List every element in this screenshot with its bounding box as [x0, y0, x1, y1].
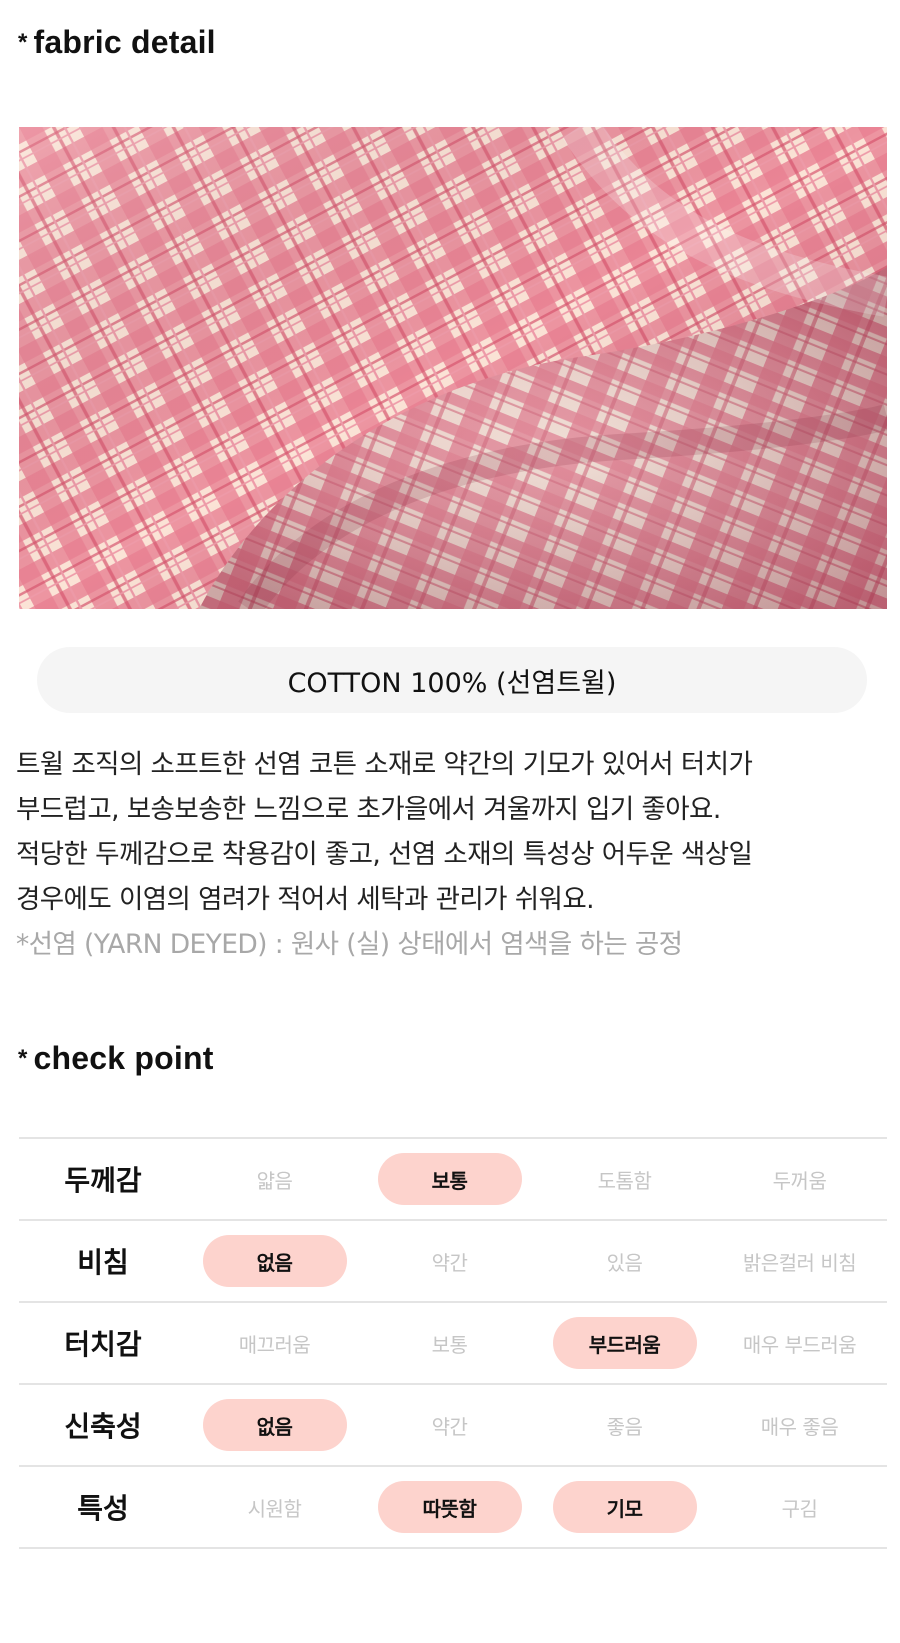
option-cell: 매끄러움: [187, 1317, 362, 1369]
yarn-dyed-note: *선염 (YARN DEYED) : 원사 (실) 상태에서 염색을 하는 공정: [16, 929, 683, 960]
material-badge: COTTON 100% (선염트윌): [37, 647, 867, 713]
asterisk-icon: *: [18, 29, 28, 56]
option-cell: 매우 좋음: [712, 1399, 887, 1451]
option-chip: 있음: [606, 1250, 643, 1275]
option-chip: 좋음: [606, 1414, 643, 1439]
option-cell: 기모: [537, 1481, 712, 1533]
option-cell: 없음: [187, 1399, 362, 1451]
option-cell: 구김: [712, 1481, 887, 1533]
description-line: 부드럽고, 보송보송한 느낌으로 초가을에서 겨울까지 입기 좋아요.: [16, 794, 721, 825]
check-row-stretch: 신축성 없음 약간 좋음 매우 좋음: [19, 1385, 887, 1467]
option-chip: 얇음: [256, 1168, 293, 1193]
option-chip: 밝은컬러 비침: [742, 1250, 857, 1275]
check-row-thickness: 두께감 얇음 보통 도톰함 두꺼움: [19, 1139, 887, 1221]
option-chip: 매끄러움: [238, 1332, 311, 1357]
option-chip: 부드러움: [552, 1317, 697, 1369]
check-row-touch: 터치감 매끄러움 보통 부드러움 매우 부드러움: [19, 1303, 887, 1385]
option-chip: 보통: [377, 1153, 522, 1205]
option-chip: 시원함: [247, 1496, 302, 1521]
row-label: 특성: [77, 1492, 129, 1525]
option-chip: 기모: [552, 1481, 697, 1533]
option-cell: 두꺼움: [712, 1153, 887, 1205]
option-cell: 좋음: [537, 1399, 712, 1451]
check-row-sheerness: 비침 없음 약간 있음 밝은컬러 비침: [19, 1221, 887, 1303]
option-chip: 구김: [781, 1496, 818, 1521]
check-point-title-text: check point: [33, 1040, 214, 1076]
row-label: 터치감: [64, 1328, 142, 1361]
option-chip: 없음: [202, 1399, 347, 1451]
fabric-photo: [19, 127, 887, 609]
description-line: 트윌 조직의 소프트한 선염 코튼 소재로 약간의 기모가 있어서 터치가: [16, 749, 753, 780]
option-cell: 있음: [537, 1235, 712, 1287]
option-chip: 약간: [431, 1250, 468, 1275]
row-label: 두께감: [64, 1164, 142, 1197]
option-cell: 시원함: [187, 1481, 362, 1533]
option-cell: 따뜻함: [362, 1481, 537, 1533]
option-chip: 따뜻함: [377, 1481, 522, 1533]
asterisk-icon: *: [18, 1045, 28, 1072]
description-line: 적당한 두께감으로 착용감이 좋고, 선염 소재의 특성상 어두운 색상일: [16, 839, 753, 870]
fabric-detail-title-text: fabric detail: [33, 24, 216, 60]
option-chip: 도톰함: [597, 1168, 652, 1193]
option-cell: 얇음: [187, 1153, 362, 1205]
option-chip: 약간: [431, 1414, 468, 1439]
option-cell: 약간: [362, 1399, 537, 1451]
check-point-title: * check point: [18, 1040, 214, 1077]
check-point-table: 두께감 얇음 보통 도톰함 두꺼움 비침 없음 약간 있음 밝은컬러 비침 터치…: [19, 1137, 887, 1549]
description-line: 경우에도 이염의 염려가 적어서 세탁과 관리가 쉬워요.: [16, 884, 595, 915]
pink-plaid-fabric-photo: [19, 127, 887, 609]
option-chip: 매우 좋음: [760, 1414, 839, 1439]
fabric-detail-title: * fabric detail: [18, 24, 216, 61]
option-cell: 부드러움: [537, 1317, 712, 1369]
option-chip: 두꺼움: [772, 1168, 827, 1193]
option-cell: 밝은컬러 비침: [712, 1235, 887, 1287]
option-chip: 매우 부드러움: [742, 1332, 857, 1357]
fabric-description: 트윌 조직의 소프트한 선염 코튼 소재로 약간의 기모가 있어서 터치가 부드…: [16, 742, 886, 967]
option-cell: 보통: [362, 1317, 537, 1369]
option-cell: 약간: [362, 1235, 537, 1287]
row-label: 비침: [77, 1246, 129, 1279]
option-cell: 매우 부드러움: [712, 1317, 887, 1369]
option-chip: 보통: [431, 1332, 468, 1357]
option-cell: 보통: [362, 1153, 537, 1205]
check-row-characteristics: 특성 시원함 따뜻함 기모 구김: [19, 1467, 887, 1549]
option-cell: 도톰함: [537, 1153, 712, 1205]
option-cell: 없음: [187, 1235, 362, 1287]
row-label: 신축성: [64, 1410, 142, 1443]
option-chip: 없음: [202, 1235, 347, 1287]
